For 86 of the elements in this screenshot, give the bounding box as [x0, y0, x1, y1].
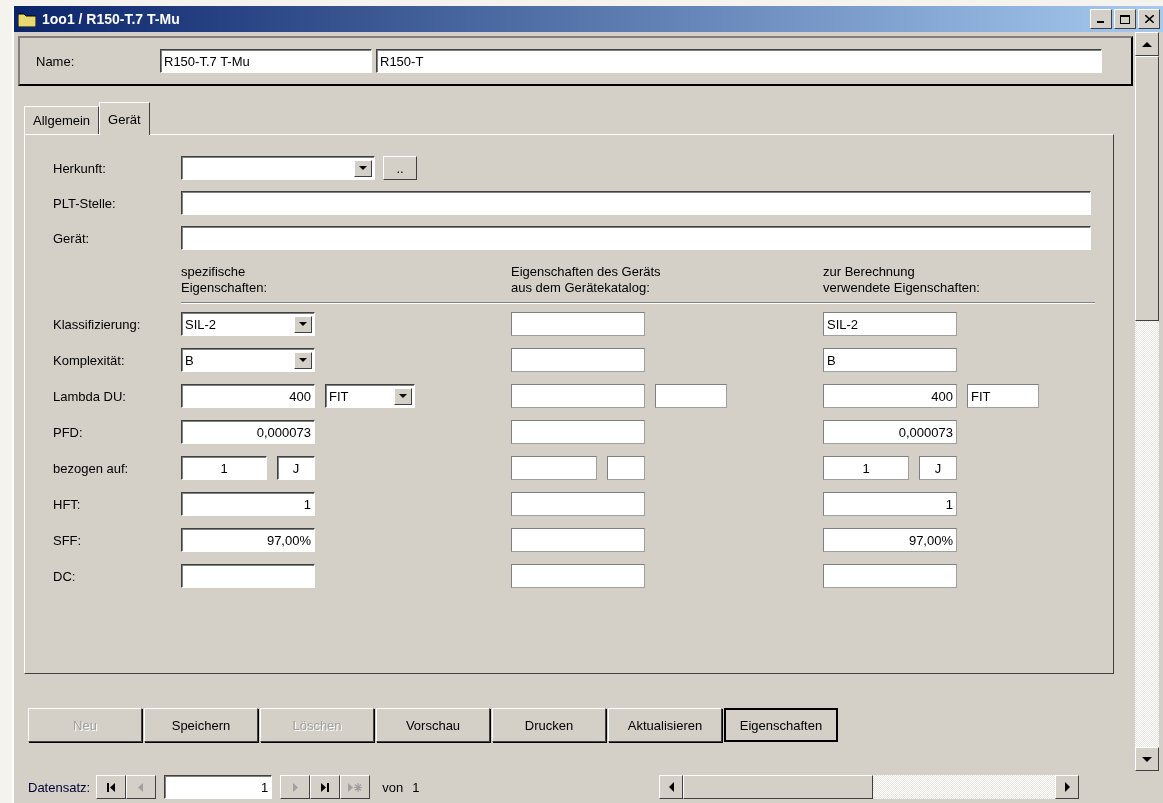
record-of-label: von — [382, 779, 405, 795]
first-record-icon — [107, 782, 116, 792]
left-arrow-icon — [668, 782, 674, 792]
next-record-icon — [291, 782, 300, 792]
text-field[interactable]: 0,000073 — [823, 420, 957, 444]
maximize-button[interactable] — [1114, 9, 1136, 29]
text-field[interactable]: 1 — [823, 492, 957, 516]
name-field[interactable]: R150-T — [376, 49, 1102, 73]
text-field[interactable] — [823, 564, 957, 588]
unit-field[interactable]: J — [919, 456, 957, 480]
text-field[interactable] — [511, 456, 597, 480]
last-record-icon — [321, 782, 330, 792]
scroll-up-button[interactable] — [1135, 32, 1159, 56]
text-field[interactable] — [511, 420, 645, 444]
text-field[interactable]: 1 — [181, 492, 315, 516]
text-field[interactable] — [181, 191, 1091, 215]
text-field[interactable]: SIL-2 — [823, 312, 957, 336]
text-field[interactable]: 97,00% — [181, 528, 315, 552]
text-field[interactable]: 1 — [823, 456, 909, 480]
property-label: Klassifizierung: — [53, 316, 142, 332]
property-label: bezogen auf: — [53, 460, 130, 476]
scroll-left-button[interactable] — [659, 775, 684, 799]
scroll-right-button[interactable] — [1055, 775, 1080, 799]
minimize-button[interactable] — [1090, 9, 1112, 29]
name-label: Name: — [36, 53, 76, 69]
property-label: DC: — [53, 568, 77, 584]
unit-field[interactable] — [607, 456, 645, 480]
text-field[interactable]: 400 — [181, 384, 315, 408]
column-header: spezifische Eigenschaften: — [181, 264, 268, 296]
scroll-thumb[interactable] — [683, 775, 874, 799]
text-field[interactable] — [511, 348, 645, 372]
record-nav-button[interactable] — [310, 775, 341, 799]
action-button[interactable]: Drucken — [492, 708, 606, 742]
field-label: Herkunft: — [53, 160, 107, 176]
dropdown-field[interactable] — [181, 156, 375, 180]
action-button[interactable]: Vorschau — [376, 708, 490, 742]
action-button[interactable]: Eigenschaften — [724, 708, 838, 742]
text-field[interactable] — [511, 528, 645, 552]
text-field[interactable]: 1 — [181, 456, 267, 480]
action-button[interactable]: Aktualisieren — [608, 708, 722, 742]
scroll-thumb[interactable] — [1135, 56, 1159, 321]
close-button[interactable] — [1138, 9, 1160, 29]
text-field[interactable]: 0,000073 — [181, 420, 315, 444]
text-field[interactable] — [181, 226, 1091, 250]
dropdown-field[interactable]: SIL-2 — [181, 312, 315, 336]
text-field[interactable]: 97,00% — [823, 528, 957, 552]
text-field[interactable] — [181, 564, 315, 588]
window-title: 1oo1 / R150-T.7 T-Mu — [42, 11, 181, 27]
text-field[interactable] — [511, 312, 645, 336]
unit-dropdown[interactable]: FIT — [325, 384, 415, 408]
record-nav-button[interactable] — [96, 775, 127, 799]
maximize-icon — [1120, 14, 1130, 24]
record-label: Datensatz: — [28, 779, 91, 795]
tab[interactable]: Allgemein — [24, 106, 100, 134]
up-arrow-icon — [1142, 41, 1152, 47]
text-field[interactable] — [511, 492, 645, 516]
close-icon — [1144, 15, 1154, 23]
tab[interactable]: Gerät — [99, 102, 150, 135]
property-label: HFT: — [53, 496, 82, 512]
unit-field[interactable]: J — [277, 456, 315, 480]
right-arrow-icon — [1064, 782, 1070, 792]
text-field[interactable]: B — [823, 348, 957, 372]
field-label: Gerät: — [53, 230, 91, 246]
unit-field[interactable] — [655, 384, 727, 408]
column-header: Eigenschaften des Geräts aus dem Gerätekatalog: — [511, 264, 662, 296]
name-field[interactable]: R150-T.7 T-Mu — [160, 49, 372, 73]
unit-field[interactable]: FIT — [967, 384, 1039, 408]
column-header: zur Berechnung verwendete Eigenschaften: — [823, 264, 981, 296]
action-button[interactable]: Speichern — [144, 708, 258, 742]
record-number-field[interactable]: 1 — [164, 775, 273, 799]
text-field[interactable] — [511, 384, 645, 408]
property-label: PFD: — [53, 424, 84, 440]
text-field[interactable]: 400 — [823, 384, 957, 408]
property-label: Lambda DU: — [53, 388, 127, 404]
browse-button[interactable]: .. — [383, 156, 417, 180]
new-record-icon — [348, 782, 363, 792]
property-label: Komplexität: — [53, 352, 126, 368]
folder-icon — [18, 11, 36, 27]
scroll-down-button[interactable] — [1135, 747, 1159, 771]
previous-record-icon — [137, 782, 146, 792]
text-field[interactable] — [511, 564, 645, 588]
dropdown-field[interactable]: B — [181, 348, 315, 372]
field-label: PLT-Stelle: — [53, 195, 117, 211]
down-arrow-icon — [1142, 756, 1152, 762]
property-label: SFF: — [53, 532, 83, 548]
record-total: 1 — [412, 779, 420, 795]
